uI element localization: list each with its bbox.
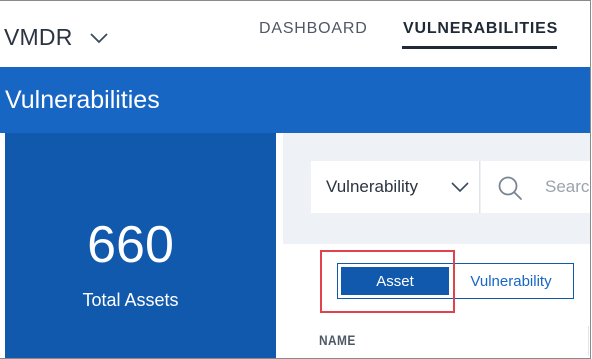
search-type-select[interactable]: Vulnerability: [311, 161, 480, 213]
active-tab-indicator: [402, 46, 557, 49]
app-switcher[interactable]: VMDR: [4, 24, 109, 51]
chevron-down-icon: [451, 182, 469, 193]
app-name: VMDR: [4, 24, 73, 50]
column-divider: [588, 326, 589, 356]
app-window: VMDR DASHBOARD VULNERABILITIES Vulnerabi…: [0, 0, 591, 359]
callout-highlight: [320, 250, 455, 313]
search-box: [481, 161, 590, 213]
page-title: Vulnerabilities: [5, 86, 160, 114]
total-assets-label: Total Assets: [82, 290, 179, 310]
chevron-down-icon: [89, 32, 108, 43]
total-assets-card: 660 Total Assets: [5, 133, 276, 358]
tab-dashboard[interactable]: DASHBOARD: [259, 20, 368, 38]
results-panel: Vulnerability Asset Vulnerability NAME: [283, 133, 590, 358]
search-type-value: Vulnerability: [326, 177, 418, 196]
top-navigation: VMDR DASHBOARD VULNERABILITIES: [0, 1, 590, 67]
filter-bar: Vulnerability: [283, 133, 590, 244]
search-input[interactable]: [545, 173, 590, 201]
tab-vulnerabilities[interactable]: VULNERABILITIES: [403, 20, 558, 38]
page-header: Vulnerabilities: [0, 67, 590, 133]
total-assets-count: 660: [87, 216, 174, 274]
vulnerability-view-button[interactable]: Vulnerability: [452, 264, 570, 298]
search-icon: [498, 176, 522, 200]
column-header-name[interactable]: NAME: [319, 332, 356, 348]
